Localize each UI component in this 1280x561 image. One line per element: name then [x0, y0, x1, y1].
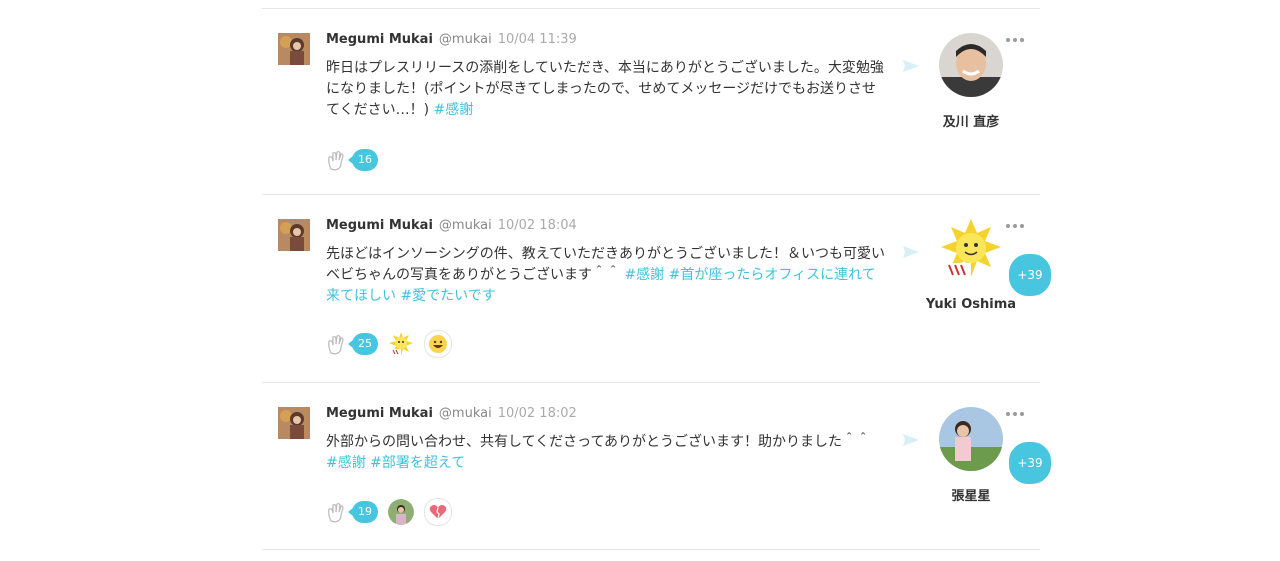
message-text: 昨日はプレスリリースの添削をしていただき、本当にありがとうございました。大変勉強…: [326, 60, 884, 118]
post-meta: Megumi Mukai @mukai 10/02 18:04: [326, 218, 577, 233]
post-time: 10/02 18:04: [497, 218, 577, 233]
clap-count-badge: 16: [348, 149, 378, 171]
sender-name[interactable]: Megumi Mukai: [326, 32, 433, 47]
clap-icon[interactable]: [326, 149, 348, 171]
post-feed: Megumi Mukai @mukai 10/04 11:39 昨日はプレスリリース…: [262, 8, 1053, 550]
reaction-bar: 16: [326, 147, 378, 173]
post-card: Megumi Mukai @mukai 10/02 18:04 先ほどはインソーシン…: [262, 195, 1053, 383]
message-text: 外部からの問い合わせ、共有してくださってありがとうございます！助かりました＾＾: [326, 434, 871, 450]
post-time: 10/02 18:02: [497, 406, 577, 421]
sender-avatar[interactable]: [278, 33, 310, 65]
reaction-bar: 25: [326, 330, 452, 358]
sun-character-icon[interactable]: [388, 331, 414, 357]
post-meta: Megumi Mukai @mukai 10/04 11:39: [326, 32, 577, 47]
recipient[interactable]: 及川 直彦: [912, 33, 1030, 130]
post-meta: Megumi Mukai @mukai 10/02 18:02: [326, 406, 577, 421]
recipient-avatar[interactable]: [939, 33, 1003, 97]
post-time: 10/04 11:39: [497, 32, 577, 47]
sender-handle: @mukai: [438, 406, 492, 421]
post-message: 昨日はプレスリリースの添削をしていただき、本当にありがとうございました。大変勉強…: [326, 58, 886, 121]
recipient-name[interactable]: Yuki Oshima: [912, 297, 1030, 312]
more-recipients-badge[interactable]: +39: [1007, 440, 1053, 486]
recipient-avatar[interactable]: +39: [939, 219, 1053, 298]
recipient-name[interactable]: 及川 直彦: [912, 111, 1030, 130]
post-card: Megumi Mukai @mukai 10/02 18:02 外部からの問い合わせ…: [262, 383, 1053, 550]
sender-avatar[interactable]: [278, 407, 310, 439]
sender-name[interactable]: Megumi Mukai: [326, 406, 433, 421]
post-message: 先ほどはインソーシングの件、教えていただきありがとうございました！＆いつも可愛い…: [326, 244, 886, 307]
clap-icon[interactable]: [326, 501, 348, 523]
recipient[interactable]: +39 張星星: [912, 407, 1053, 504]
hashtag-list[interactable]: #感謝: [434, 102, 474, 118]
recipient-name[interactable]: 張星星: [912, 485, 1030, 504]
clap-icon[interactable]: [326, 333, 348, 355]
more-recipients-badge[interactable]: +39: [1007, 252, 1053, 298]
heart-icon[interactable]: [424, 498, 452, 526]
grinning-face-icon[interactable]: [424, 330, 452, 358]
clap-count-badge: 19: [348, 501, 378, 523]
recipient-avatar[interactable]: +39: [939, 407, 1053, 486]
sender-name[interactable]: Megumi Mukai: [326, 218, 433, 233]
clap-count-badge: 25: [348, 333, 378, 355]
user-photo[interactable]: [388, 499, 414, 525]
sender-avatar[interactable]: [278, 219, 310, 251]
post-card: Megumi Mukai @mukai 10/04 11:39 昨日はプレスリリース…: [262, 9, 1040, 195]
sender-handle: @mukai: [438, 218, 492, 233]
sender-handle: @mukai: [438, 32, 492, 47]
hashtag-list[interactable]: #感謝 #部署を超えて: [326, 455, 465, 471]
post-message: 外部からの問い合わせ、共有してくださってありがとうございます！助かりました＾＾ …: [326, 432, 886, 474]
reaction-bar: 19: [326, 498, 452, 526]
recipient[interactable]: +39 Yuki Oshima: [912, 219, 1053, 312]
